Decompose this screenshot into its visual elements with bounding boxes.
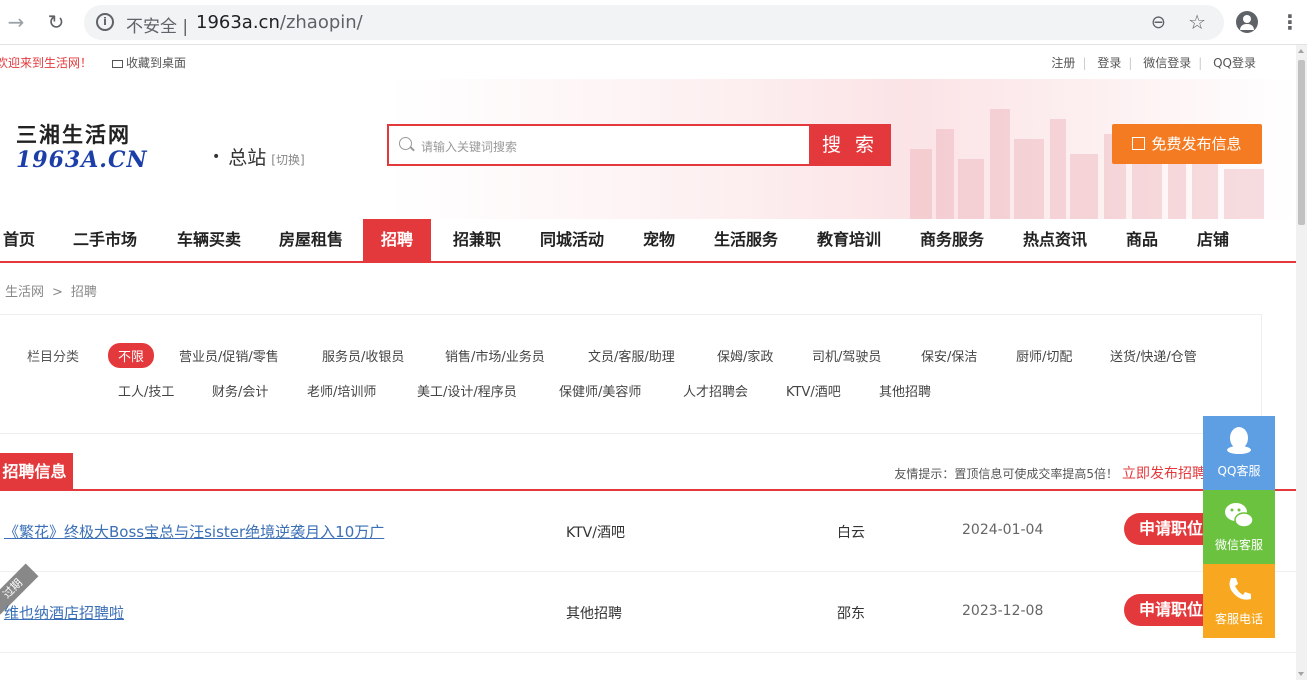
job-title-link[interactable]: 《繁花》终极大Boss宝总与汪sister绝境逆袭月入10万广	[4, 521, 384, 542]
filter-option[interactable]: 销售/市场/业务员	[445, 346, 545, 365]
back-arrow-icon[interactable]: →	[4, 10, 28, 34]
qq-icon	[1227, 427, 1251, 454]
filter-option[interactable]: KTV/酒吧	[786, 381, 841, 400]
nav-life-services[interactable]: 生活服务	[714, 219, 778, 261]
nav-housing[interactable]: 房屋租售	[279, 219, 343, 261]
nav-education[interactable]: 教育培训	[817, 219, 881, 261]
logo-en: 1963A.CN	[16, 147, 148, 173]
filter-option[interactable]: 营业员/促销/零售	[179, 346, 279, 365]
site-header: 三湘生活网 1963A.CN • 总站 [切换] 请输入关键词搜索 搜 索 免费发布…	[0, 79, 1296, 219]
page-scrollbar[interactable]	[1296, 45, 1307, 680]
filter-option[interactable]: 其他招聘	[879, 381, 931, 400]
bookmark-star-icon[interactable]: ☆	[1188, 10, 1206, 34]
address-bar[interactable]: i 不安全 | 1963a.cn/zhaopin/ ⊖ ☆	[84, 5, 1224, 40]
nav-secondhand[interactable]: 二手市场	[73, 219, 137, 261]
nav-news[interactable]: 热点资讯	[1023, 219, 1087, 261]
reload-icon[interactable]: ↻	[44, 10, 68, 34]
category-filter: 栏目分类 不限 营业员/促销/零售 服务员/收银员 销售/市场/业务员 文员/客…	[0, 314, 1262, 434]
filter-option[interactable]: 保姆/家政	[717, 346, 773, 365]
filter-option[interactable]: 保安/保洁	[921, 346, 977, 365]
nav-shops[interactable]: 店铺	[1197, 219, 1229, 261]
edit-icon	[1132, 137, 1146, 150]
info-icon[interactable]: i	[96, 13, 114, 31]
main-nav: 首页 二手市场 车辆买卖 房屋租售 招聘 招兼职 同城活动 宠物 生活服务 教育…	[0, 219, 1296, 263]
filter-option[interactable]: 保健师/美容师	[559, 381, 641, 400]
breadcrumb-home[interactable]: 生活网	[5, 285, 44, 300]
scroll-thumb[interactable]	[1298, 60, 1305, 225]
filter-option[interactable]: 老师/培训师	[307, 381, 376, 400]
scroll-down-icon[interactable]	[1298, 672, 1304, 676]
section-header: 招聘信息 友情提示：置顶信息可使成交率提高5倍！ 立即发布招聘	[0, 453, 1296, 491]
filter-option[interactable]: 人才招聘会	[683, 381, 748, 400]
filter-option-all[interactable]: 不限	[108, 343, 155, 368]
filter-option[interactable]: 文员/客服/助理	[588, 346, 675, 365]
publish-job-link[interactable]: 立即发布招聘	[1122, 466, 1206, 482]
filter-option[interactable]: 美工/设计/程序员	[417, 381, 517, 400]
job-row: 过期 维也纳酒店招聘啦 其他招聘 邵东 2023-12-08 申请职位	[0, 563, 1296, 653]
nav-home[interactable]: 首页	[3, 219, 35, 261]
filter-option[interactable]: 财务/会计	[212, 381, 268, 400]
filter-option[interactable]: 司机/驾驶员	[812, 346, 881, 365]
url-text[interactable]: 1963a.cn/zhaopin/	[196, 12, 363, 33]
job-date: 2023-12-08	[962, 603, 1044, 619]
browser-toolbar: → ↻ i 不安全 | 1963a.cn/zhaopin/ ⊖ ☆ ⋮	[0, 0, 1307, 45]
login-link[interactable]: 登录	[1097, 56, 1121, 70]
search-button[interactable]: 搜 索	[809, 124, 891, 166]
job-area: 邵东	[837, 606, 865, 622]
nav-business[interactable]: 商务服务	[920, 219, 984, 261]
job-date: 2024-01-04	[962, 522, 1044, 538]
job-title-link[interactable]: 维也纳酒店招聘啦	[4, 602, 124, 623]
nav-jobs[interactable]: 招聘	[363, 219, 432, 261]
breadcrumb-current[interactable]: 招聘	[71, 285, 97, 300]
insecure-label: 不安全 |	[126, 17, 189, 37]
wechat-icon	[1225, 503, 1253, 528]
welcome-text: 欢迎来到生活网！	[0, 56, 93, 70]
favorite-link[interactable]: 收藏到桌面	[112, 54, 186, 71]
nav-goods[interactable]: 商品	[1126, 219, 1158, 261]
filter-option[interactable]: 送货/快递/仓管	[1110, 346, 1197, 365]
switch-link[interactable]: [切换]	[271, 153, 304, 167]
tip-text: 友情提示：置顶信息可使成交率提高5倍！ 立即发布招聘	[894, 466, 1206, 482]
phone-icon	[1229, 578, 1251, 600]
top-bar: 欢迎来到生活网！ 收藏到桌面 注册 | 登录 | 微信登录 | QQ登录	[0, 45, 1296, 79]
search-icon	[399, 137, 412, 150]
zoom-icon[interactable]: ⊖	[1151, 12, 1166, 33]
section-title: 招聘信息	[0, 453, 73, 491]
filter-option[interactable]: 服务员/收银员	[322, 346, 404, 365]
phone-service-button[interactable]: 客服电话	[1203, 564, 1275, 638]
nav-parttime[interactable]: 招兼职	[453, 219, 501, 261]
job-category: KTV/酒吧	[566, 525, 625, 541]
filter-option[interactable]: 工人/技工	[118, 381, 174, 400]
publish-button[interactable]: 免费发布信息	[1112, 124, 1262, 164]
account-icon[interactable]	[1236, 11, 1258, 33]
filter-option[interactable]: 厨师/切配	[1016, 346, 1072, 365]
nav-vehicles[interactable]: 车辆买卖	[177, 219, 241, 261]
job-area: 白云	[837, 525, 865, 541]
search-input[interactable]: 请输入关键词搜索	[421, 138, 517, 155]
job-row: 《繁花》终极大Boss宝总与汪sister绝境逆袭月入10万广 KTV/酒吧 白…	[0, 491, 1296, 572]
nav-pets[interactable]: 宠物	[643, 219, 675, 261]
site-logo[interactable]: 三湘生活网 1963A.CN	[16, 119, 148, 173]
wechat-login-link[interactable]: 微信登录	[1143, 56, 1191, 70]
wechat-service-button[interactable]: 微信客服	[1203, 490, 1275, 564]
search-box: 请输入关键词搜索 搜 索	[387, 124, 891, 166]
qq-service-button[interactable]: QQ客服	[1203, 416, 1275, 490]
breadcrumb: 生活网 > 招聘	[5, 285, 97, 300]
job-category: 其他招聘	[566, 606, 622, 622]
scroll-up-icon[interactable]	[1298, 49, 1304, 53]
nav-events[interactable]: 同城活动	[540, 219, 604, 261]
account-links: 注册 | 登录 | 微信登录 | QQ登录	[1051, 56, 1256, 70]
browser-menu-icon[interactable]: ⋮	[1280, 10, 1300, 34]
monitor-icon	[112, 60, 123, 68]
filter-label: 栏目分类	[27, 350, 80, 365]
qq-login-link[interactable]: QQ登录	[1213, 56, 1256, 70]
logo-cn: 三湘生活网	[16, 122, 131, 147]
station-selector[interactable]: • 总站 [切换]	[212, 143, 305, 170]
register-link[interactable]: 注册	[1051, 56, 1075, 70]
